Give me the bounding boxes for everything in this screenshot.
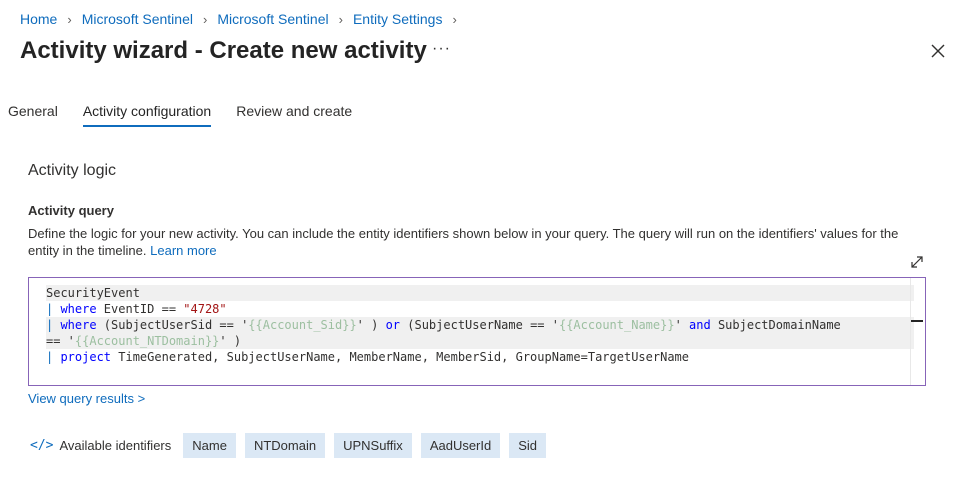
tab-activity-configuration[interactable]: Activity configuration bbox=[82, 103, 212, 127]
chevron-right-icon: › bbox=[67, 11, 72, 27]
identifier-chip-ntdomain[interactable]: NTDomain bbox=[244, 433, 326, 458]
chevron-right-icon: › bbox=[338, 11, 343, 27]
view-query-results-link[interactable]: View query results > bbox=[28, 391, 145, 406]
tab-review-and-create[interactable]: Review and create bbox=[236, 103, 352, 127]
breadcrumb-microsoft-sentinel-workspace[interactable]: Microsoft Sentinel bbox=[217, 11, 328, 27]
chevron-right-icon: › bbox=[202, 11, 208, 27]
identifier-chip-name[interactable]: Name bbox=[183, 433, 236, 458]
breadcrumb-home[interactable]: Home bbox=[20, 11, 57, 27]
breadcrumb-microsoft-sentinel[interactable]: Microsoft Sentinel bbox=[82, 11, 193, 27]
more-options-button[interactable]: ··· bbox=[432, 40, 451, 58]
available-identifiers: </> Available identifiers Name NTDomain … bbox=[30, 433, 555, 458]
section-title: Activity logic bbox=[28, 162, 117, 179]
wizard-tabs: General Activity configuration Review an… bbox=[8, 103, 377, 127]
tab-general[interactable]: General bbox=[8, 103, 58, 127]
close-icon[interactable] bbox=[929, 42, 947, 60]
query-editor[interactable]: SecurityEvent | where EventID == "4728" … bbox=[28, 277, 926, 386]
expand-icon[interactable] bbox=[910, 255, 924, 269]
code-line-1: SecurityEvent bbox=[46, 285, 914, 301]
code-line-5: | project TimeGenerated, SubjectUserName… bbox=[46, 350, 689, 364]
identifier-chip-aaduserid[interactable]: AadUserId bbox=[420, 433, 501, 458]
code-line-4: == '{{Account_NTDomain}}' ) bbox=[46, 333, 914, 349]
editor-scrollbar[interactable] bbox=[910, 278, 925, 385]
breadcrumb-entity-settings[interactable]: Entity Settings bbox=[353, 11, 443, 27]
code-icon: </> bbox=[30, 438, 54, 453]
activity-query-label: Activity query bbox=[28, 203, 114, 218]
code-line-2: | where EventID == "4728" bbox=[46, 302, 227, 316]
breadcrumb: Home › Microsoft Sentinel › Microsoft Se… bbox=[20, 11, 467, 27]
identifier-chip-sid[interactable]: Sid bbox=[509, 433, 547, 458]
chevron-right-icon: › bbox=[452, 11, 457, 27]
code-line-3: | where (SubjectUserSid == '{{Account_Si… bbox=[46, 317, 914, 333]
available-identifiers-label: Available identifiers bbox=[59, 438, 172, 453]
query-code[interactable]: SecurityEvent | where EventID == "4728" … bbox=[46, 285, 914, 365]
page-title: Activity wizard - Create new activity bbox=[20, 37, 427, 64]
learn-more-link[interactable]: Learn more bbox=[150, 243, 216, 258]
activity-query-description: Define the logic for your new activity. … bbox=[28, 225, 918, 259]
scrollbar-cursor-marker bbox=[911, 320, 923, 322]
identifier-chip-upnsuffix[interactable]: UPNSuffix bbox=[334, 433, 412, 458]
